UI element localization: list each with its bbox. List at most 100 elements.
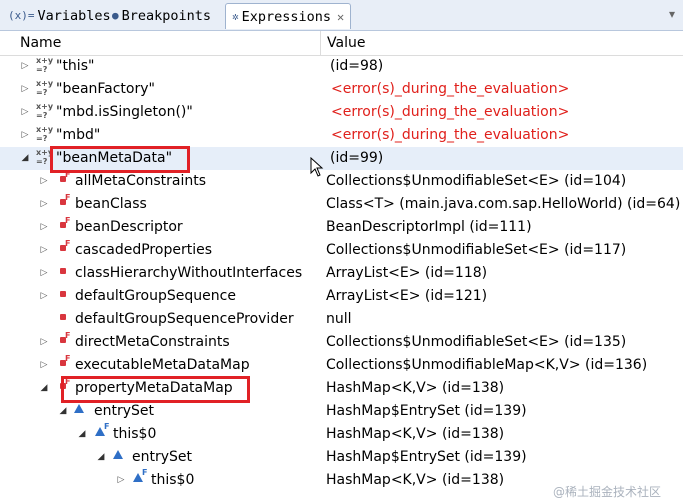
private-field-icon: F — [60, 193, 70, 205]
collapse-chevron-icon[interactable]: ◢ — [58, 405, 68, 417]
tree-row[interactable]: ▷ F allMetaConstraints Collections$Unmod… — [0, 170, 683, 193]
expand-chevron-icon[interactable]: ▷ — [39, 244, 49, 256]
final-field-icon: F — [95, 422, 109, 436]
tab-variables-label: Variables — [37, 7, 111, 24]
field-name: directMetaConstraints — [75, 334, 230, 350]
private-field-icon: F — [60, 331, 70, 343]
highlight-box-propertymetadatamap — [61, 376, 250, 403]
mouse-cursor-icon — [310, 157, 324, 177]
expand-chevron-icon[interactable]: ▷ — [39, 359, 49, 371]
field-name: entrySet — [132, 449, 193, 465]
expression-name: "beanFactory" — [56, 81, 155, 97]
collapse-chevron-icon[interactable]: ◢ — [96, 451, 106, 463]
expand-chevron-icon[interactable]: ▷ — [39, 290, 49, 302]
tree-row[interactable]: ▷ F executableMetaDataMap Collections$Un… — [0, 354, 683, 377]
view-tab-bar: (x)= Variables ● Breakpoints ✲ Expressio… — [0, 0, 683, 31]
expand-chevron-icon[interactable]: ▷ — [20, 129, 30, 141]
field-name: this$0 — [151, 472, 195, 488]
field-value: Collections$UnmodifiableSet<E> (id=117) — [326, 242, 627, 258]
field-value: HashMap$EntrySet (id=139) — [326, 449, 527, 465]
field-value: Class<T> (main.java.com.sap.HelloWorld) … — [326, 196, 681, 212]
default-field-icon — [113, 450, 123, 459]
field-value: HashMap<K,V> (id=138) — [326, 472, 505, 488]
tree-row[interactable]: ▷ F cascadedProperties Collections$Unmod… — [0, 239, 683, 262]
field-name: executableMetaDataMap — [75, 357, 250, 373]
watch-expression-icon: x+y =? — [36, 56, 54, 74]
tab-expressions[interactable]: ✲ Expressions ✕ — [225, 3, 352, 29]
field-name: cascadedProperties — [75, 242, 212, 258]
collapse-chevron-icon[interactable]: ◢ — [39, 382, 49, 394]
tree-row[interactable]: defaultGroupSequenceProvider null — [0, 308, 683, 331]
tab-expressions-label: Expressions — [241, 8, 332, 25]
private-field-icon: F — [60, 354, 70, 366]
private-field-icon — [60, 291, 66, 297]
tree-row[interactable]: ▷ classHierarchyWithoutInterfaces ArrayL… — [0, 262, 683, 285]
field-name: this$0 — [113, 426, 157, 442]
private-field-icon: F — [60, 170, 70, 182]
tree-row[interactable]: ▷ x+y =? "beanFactory" <error(s)_during_t… — [0, 78, 683, 101]
column-header: Name Value — [0, 31, 683, 56]
field-value: Collections$UnmodifiableSet<E> (id=135) — [326, 334, 627, 350]
tree-row[interactable]: ◢ entrySet HashMap$EntrySet (id=139) — [0, 446, 683, 469]
expand-chevron-icon[interactable]: ▷ — [20, 106, 30, 118]
private-field-icon: F — [60, 216, 70, 228]
column-divider[interactable] — [320, 31, 321, 55]
private-field-icon — [60, 314, 66, 320]
tree-row[interactable]: ▷ defaultGroupSequence ArrayList<E> (id=… — [0, 285, 683, 308]
field-value: HashMap<K,V> (id=138) — [326, 426, 505, 442]
expression-value: <error(s)_during_the_evaluation> — [331, 81, 570, 97]
collapse-chevron-icon[interactable]: ◢ — [77, 428, 87, 440]
tree-row[interactable]: ▷ x+y =? "mbd" <error(s)_during_the_evalu… — [0, 124, 683, 147]
tab-breakpoints-label: Breakpoints — [121, 7, 212, 24]
watermark: @稀土掘金技术社区 — [553, 485, 662, 499]
breakpoints-icon: ● — [112, 9, 119, 22]
expand-chevron-icon[interactable]: ▷ — [39, 198, 49, 210]
close-icon[interactable]: ✕ — [337, 10, 344, 24]
tree-row[interactable]: ▷ F beanClass Class<T> (main.java.com.sa… — [0, 193, 683, 216]
watch-expression-icon: x+y =? — [36, 102, 54, 120]
private-field-icon: F — [60, 239, 70, 251]
field-name: beanClass — [75, 196, 147, 212]
tree-row[interactable]: ◢ F this$0 HashMap<K,V> (id=138) — [0, 422, 683, 446]
default-field-icon — [74, 404, 84, 413]
tree-row[interactable]: ▷ F beanDescriptor BeanDescriptorImpl (i… — [0, 216, 683, 239]
expand-chevron-icon[interactable]: ▷ — [39, 336, 49, 348]
field-name: defaultGroupSequence — [75, 288, 236, 304]
field-value: BeanDescriptorImpl (id=111) — [326, 219, 532, 235]
expression-name: "mbd" — [56, 127, 101, 143]
field-name: classHierarchyWithoutInterfaces — [75, 265, 303, 281]
tree-row[interactable]: ▷ x+y =? "mbd.isSingleton()" <error(s)_du… — [0, 101, 683, 124]
tree-row[interactable]: ▷ F directMetaConstraints Collections$Un… — [0, 331, 683, 354]
view-menu-icon[interactable]: ▾ — [664, 7, 680, 21]
field-name: allMetaConstraints — [75, 173, 206, 189]
tree-row[interactable]: ▷ x+y =? "this" (id=98) — [0, 55, 683, 78]
expand-chevron-icon[interactable]: ▷ — [20, 83, 30, 95]
expression-name: "mbd.isSingleton()" — [56, 104, 193, 120]
expression-value: <error(s)_during_the_evaluation> — [331, 104, 570, 120]
column-name-header[interactable]: Name — [20, 35, 61, 51]
expressions-tree: ▷ x+y =? "this" (id=98) ▷ x+y =? "beanFact… — [0, 55, 683, 492]
field-name: entrySet — [94, 403, 155, 419]
expressions-icon: ✲ — [232, 10, 239, 23]
field-value: ArrayList<E> (id=121) — [326, 288, 488, 304]
expand-chevron-icon[interactable]: ▷ — [39, 175, 49, 187]
field-value: HashMap<K,V> (id=138) — [326, 380, 505, 396]
final-field-icon: F — [133, 468, 147, 482]
tab-variables[interactable]: (x)= Variables — [8, 3, 111, 28]
collapse-chevron-icon[interactable]: ◢ — [20, 152, 30, 164]
watch-expression-icon: x+y =? — [36, 125, 54, 143]
tab-breakpoints[interactable]: ● Breakpoints — [112, 3, 211, 28]
field-value: null — [326, 311, 352, 327]
field-value: HashMap$EntrySet (id=139) — [326, 403, 527, 419]
variables-icon: (x)= — [8, 9, 35, 22]
field-value: Collections$UnmodifiableSet<E> (id=104) — [326, 173, 627, 189]
expand-chevron-icon[interactable]: ▷ — [20, 60, 30, 72]
expand-chevron-icon[interactable]: ▷ — [39, 221, 49, 233]
field-value: ArrayList<E> (id=118) — [326, 265, 488, 281]
column-value-header[interactable]: Value — [327, 35, 365, 51]
field-value: Collections$UnmodifiableMap<K,V> (id=136… — [326, 357, 648, 373]
expression-value: <error(s)_during_the_evaluation> — [331, 127, 570, 143]
expand-chevron-icon[interactable]: ▷ — [39, 267, 49, 279]
tree-row[interactable]: ◢ entrySet HashMap$EntrySet (id=139) — [0, 400, 683, 423]
expand-chevron-icon[interactable]: ▷ — [116, 474, 126, 486]
